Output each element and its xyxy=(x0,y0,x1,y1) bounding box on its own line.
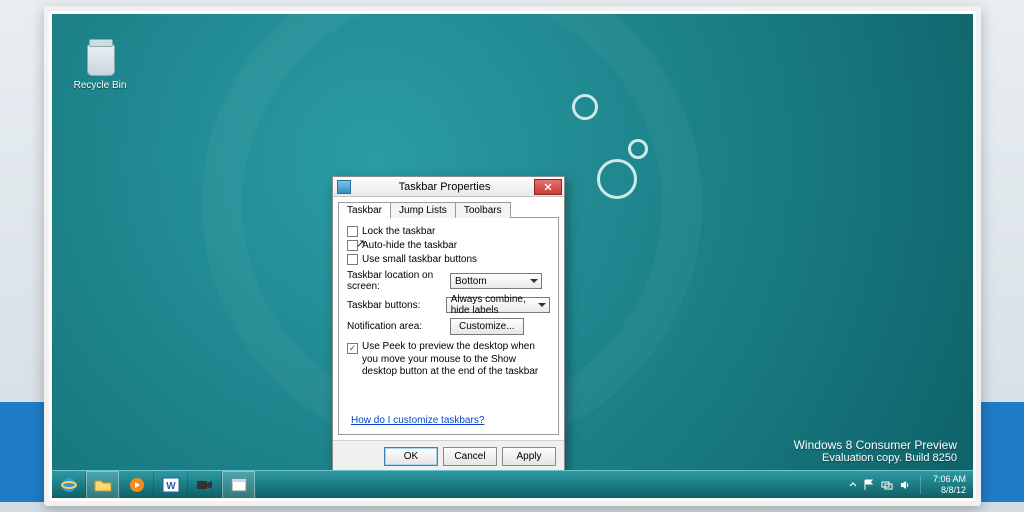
wallpaper-bubble xyxy=(597,159,637,199)
tab-jump-lists[interactable]: Jump Lists xyxy=(390,202,456,218)
recycle-bin-label: Recycle Bin xyxy=(70,80,130,91)
watermark-line2: Evaluation copy. Build 8250 xyxy=(794,452,957,464)
taskbar-ie-button[interactable] xyxy=(52,471,86,498)
taskbar-word-button[interactable]: W xyxy=(154,471,188,498)
cancel-button[interactable]: Cancel xyxy=(443,447,497,466)
label-taskbar-location: Taskbar location on screen: xyxy=(347,270,450,292)
dialog-button-row: OK Cancel Apply xyxy=(333,440,564,472)
checkbox-lock-taskbar[interactable] xyxy=(347,226,358,237)
tab-strip: Taskbar Jump Lists Toolbars xyxy=(333,197,564,217)
wallpaper-bubble xyxy=(572,94,598,120)
trash-icon xyxy=(81,36,119,78)
clock-date: 8/8/12 xyxy=(933,485,966,496)
monitor-frame: Recycle Bin Taskbar Properties Taskbar J… xyxy=(44,6,981,506)
show-hidden-icons-icon[interactable] xyxy=(849,481,857,489)
checkbox-autohide-taskbar[interactable] xyxy=(347,240,358,251)
help-link-customize-taskbars[interactable]: How do I customize taskbars? xyxy=(351,415,484,426)
system-tray[interactable]: 7:06 AM 8/8/12 xyxy=(845,471,973,498)
label-autohide-taskbar: Auto-hide the taskbar xyxy=(362,240,457,251)
window-icon xyxy=(337,180,351,194)
taskbar-properties-button[interactable] xyxy=(222,471,256,498)
label-taskbar-buttons: Taskbar buttons: xyxy=(347,300,446,311)
dialog-title: Taskbar Properties xyxy=(355,181,534,193)
ok-button[interactable]: OK xyxy=(384,447,438,466)
word-icon: W xyxy=(162,477,180,493)
network-icon[interactable] xyxy=(881,479,893,491)
close-button[interactable] xyxy=(534,179,562,195)
clock-time: 7:06 AM xyxy=(933,474,966,485)
media-player-icon xyxy=(129,477,145,493)
taskbar-spacer xyxy=(256,471,845,498)
dialog-icon xyxy=(231,478,247,492)
flag-icon[interactable] xyxy=(863,479,875,491)
taskbar-media-button[interactable] xyxy=(120,471,154,498)
desktop[interactable]: Recycle Bin Taskbar Properties Taskbar J… xyxy=(52,14,973,498)
label-lock-taskbar: Lock the taskbar xyxy=(362,226,435,237)
volume-icon[interactable] xyxy=(899,479,911,491)
close-icon xyxy=(544,183,552,191)
folder-icon xyxy=(94,478,112,492)
taskbar-explorer-button[interactable] xyxy=(86,471,120,498)
wallpaper-bubble xyxy=(628,139,648,159)
checkbox-small-buttons[interactable] xyxy=(347,254,358,265)
svg-text:W: W xyxy=(166,481,176,492)
tab-toolbars[interactable]: Toolbars xyxy=(455,202,511,218)
windows-watermark: Windows 8 Consumer Preview Evaluation co… xyxy=(794,438,957,464)
taskbar-properties-dialog: Taskbar Properties Taskbar Jump Lists To… xyxy=(332,176,565,473)
tab-taskbar[interactable]: Taskbar xyxy=(338,202,391,218)
label-use-peek: Use Peek to preview the desktop when you… xyxy=(362,341,550,379)
recycle-bin-icon[interactable]: Recycle Bin xyxy=(70,36,130,91)
customize-button[interactable]: Customize... xyxy=(450,318,524,335)
taskbar[interactable]: W 7:06 AM xyxy=(52,470,973,498)
taskbar-clock[interactable]: 7:06 AM 8/8/12 xyxy=(930,474,969,496)
camcorder-icon xyxy=(196,478,214,492)
dialog-titlebar[interactable]: Taskbar Properties xyxy=(333,177,564,197)
ie-icon xyxy=(60,476,78,494)
select-taskbar-location[interactable]: Bottom xyxy=(450,273,542,289)
label-notification-area: Notification area: xyxy=(347,321,450,332)
label-small-buttons: Use small taskbar buttons xyxy=(362,254,477,265)
select-taskbar-buttons[interactable]: Always combine, hide labels xyxy=(446,297,550,313)
tray-divider xyxy=(920,476,921,494)
apply-button[interactable]: Apply xyxy=(502,447,556,466)
watermark-line1: Windows 8 Consumer Preview xyxy=(794,438,957,452)
tab-panel-taskbar: Lock the taskbar Auto-hide the taskbar U… xyxy=(338,217,559,435)
taskbar-camera-button[interactable] xyxy=(188,471,222,498)
checkbox-use-peek[interactable] xyxy=(347,343,358,354)
